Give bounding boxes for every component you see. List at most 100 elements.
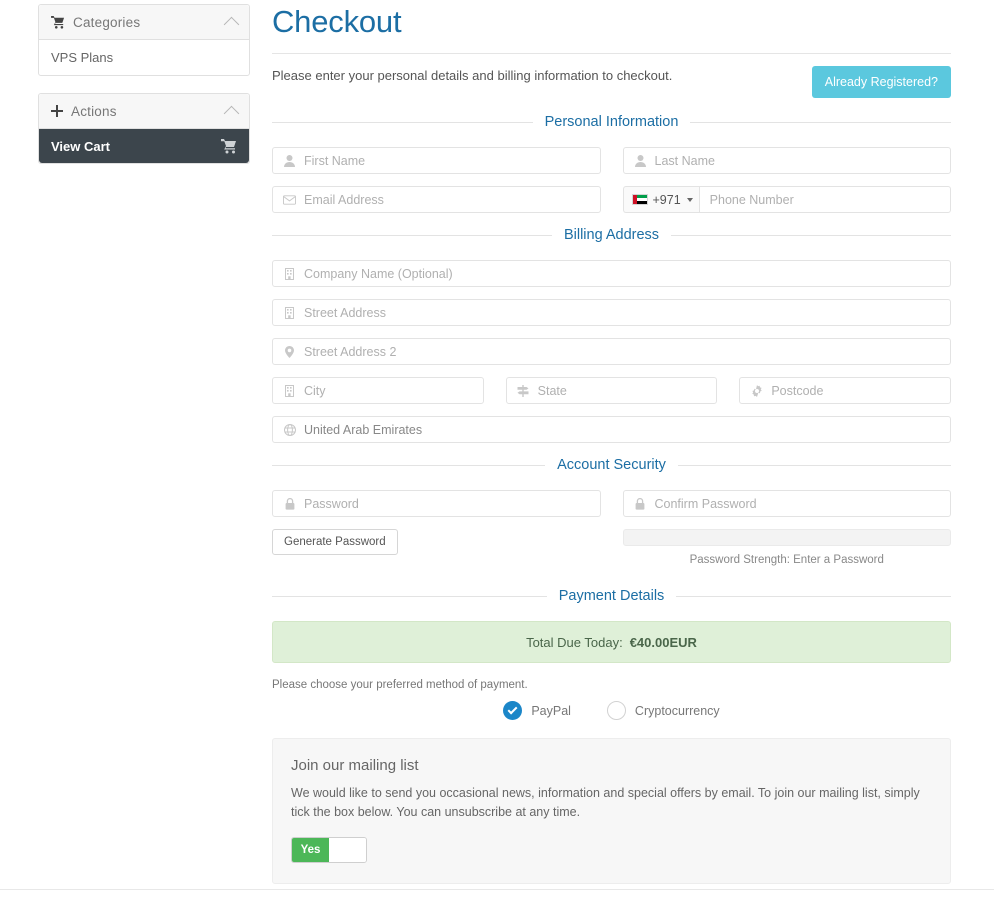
categories-panel: Categories VPS Plans <box>38 4 250 76</box>
mailing-list-box: Join our mailing list We would like to s… <box>272 738 951 884</box>
intro-text: Please enter your personal details and b… <box>272 68 673 84</box>
street2-row: Street Address 2 <box>272 338 951 366</box>
last-name-field[interactable]: Last Name <box>622 147 951 175</box>
sidebar-item-label: VPS Plans <box>51 50 114 65</box>
sidebar-item-vps-plans[interactable]: VPS Plans <box>39 40 249 75</box>
mailing-list-description: We would like to send you occasional new… <box>291 786 920 820</box>
state-col: State <box>505 377 718 405</box>
mailing-list-title: Join our mailing list <box>291 757 419 775</box>
legend-line-left <box>272 464 546 466</box>
categories-panel-title: Categories <box>73 14 141 30</box>
company-name-field[interactable]: Company Name (Optional) <box>272 260 951 288</box>
street-address-field[interactable]: Street Address <box>272 299 951 327</box>
mailing-list-toggle[interactable]: Yes <box>291 836 367 863</box>
user-icon <box>283 154 296 167</box>
legend-text: Billing Address <box>563 227 660 244</box>
categories-panel-header[interactable]: Categories <box>39 5 249 40</box>
personal-information-legend: Personal Information <box>272 114 952 131</box>
street2-col: Street Address 2 <box>272 338 951 366</box>
chevron-up-icon[interactable] <box>223 16 240 32</box>
legend-text: Account Security <box>557 457 666 474</box>
phone-dialcode: +971 <box>652 192 681 207</box>
country-value: United Arab Emirates <box>304 422 423 437</box>
city-field[interactable]: City <box>272 377 484 405</box>
street-address-2-field[interactable]: Street Address 2 <box>272 338 951 366</box>
street-address-2-placeholder: Street Address 2 <box>304 344 397 359</box>
legend-line-right <box>690 121 952 123</box>
lock-icon <box>283 497 296 510</box>
payment-method-note: Please choose your preferred method of p… <box>272 679 528 692</box>
sidebar-item-view-cart[interactable]: View Cart <box>39 129 249 163</box>
legend-line-left <box>272 121 533 123</box>
phone-number-field[interactable]: Phone Number <box>698 186 951 214</box>
name-row: First Name Last Name <box>272 147 951 175</box>
password-strength-text: Password Strength: Enter a Password <box>689 554 884 567</box>
password-row: Password Confirm Password <box>272 490 951 518</box>
ae-flag-icon <box>631 194 648 206</box>
intro-row: Please enter your personal details and b… <box>272 54 951 100</box>
postcode-placeholder: Postcode <box>771 383 824 398</box>
legend-line-right <box>676 595 952 597</box>
state-placeholder: State <box>537 383 567 398</box>
radio-selected-icon[interactable] <box>503 701 523 721</box>
footer-divider <box>0 889 994 890</box>
actions-panel: Actions View Cart <box>38 93 250 164</box>
email-field[interactable]: Email Address <box>272 186 601 214</box>
password-field[interactable]: Password <box>272 490 601 518</box>
phone-col: +971 Phone Number <box>622 186 951 214</box>
already-registered-button[interactable]: Already Registered? <box>811 66 951 99</box>
password-col: Password <box>272 490 601 518</box>
password-strength-bar <box>622 529 951 547</box>
payment-option-label: Cryptocurrency <box>634 703 720 718</box>
legend-text: Personal Information <box>544 114 679 131</box>
checkout-page: Categories VPS Plans Actions View Cart C… <box>0 0 994 897</box>
first-name-col: First Name <box>272 147 601 175</box>
company-row: Company Name (Optional) <box>272 260 951 288</box>
phone-country-selector[interactable]: +971 <box>622 186 699 214</box>
toggle-knob <box>329 837 366 862</box>
payment-option-paypal[interactable]: PayPal <box>503 701 571 721</box>
sidebar: Categories VPS Plans Actions View Cart <box>38 4 250 178</box>
confirm-password-field[interactable]: Confirm Password <box>622 490 951 518</box>
generate-password-button[interactable]: Generate Password <box>272 529 398 556</box>
legend-line-left <box>272 595 547 597</box>
password-tools-row: Generate Password Password Strength: Ent… <box>272 529 951 566</box>
chevron-down-icon <box>686 197 693 202</box>
email-col: Email Address <box>272 186 601 214</box>
payment-details-legend: Payment Details <box>272 588 952 605</box>
plus-icon <box>51 105 63 117</box>
user-icon <box>634 154 647 167</box>
actions-panel-title: Actions <box>71 103 117 119</box>
total-due-label: Total Due Today: <box>526 634 623 650</box>
confirm-password-col: Confirm Password <box>622 490 951 518</box>
actions-panel-header[interactable]: Actions <box>39 94 249 129</box>
lock-icon <box>634 497 647 510</box>
legend-line-right <box>677 464 951 466</box>
envelope-icon <box>283 194 296 205</box>
confirm-password-placeholder: Confirm Password <box>654 496 757 511</box>
last-name-col: Last Name <box>622 147 951 175</box>
legend-text: Payment Details <box>558 588 665 605</box>
company-col: Company Name (Optional) <box>272 260 951 288</box>
city-state-postcode-row: City State Postcode <box>272 377 952 405</box>
billing-address-legend: Billing Address <box>272 227 952 244</box>
payment-option-cryptocurrency[interactable]: Cryptocurrency <box>606 701 720 721</box>
country-col: United Arab Emirates <box>272 416 951 444</box>
state-field[interactable]: State <box>505 377 718 405</box>
phone-group: +971 Phone Number <box>622 186 951 214</box>
last-name-placeholder: Last Name <box>654 153 715 168</box>
building-icon <box>283 267 296 280</box>
first-name-field[interactable]: First Name <box>272 147 601 175</box>
street-address-placeholder: Street Address <box>304 305 386 320</box>
building-icon <box>283 384 296 397</box>
postcode-field[interactable]: Postcode <box>739 377 952 405</box>
total-due-banner: Total Due Today: €40.00EUR <box>272 621 951 664</box>
country-select[interactable]: United Arab Emirates <box>272 416 951 444</box>
radio-unselected-icon[interactable] <box>606 701 626 721</box>
payment-option-label: PayPal <box>531 703 571 718</box>
building-icon <box>283 306 296 319</box>
chevron-up-icon[interactable] <box>223 105 240 121</box>
generate-password-col: Generate Password <box>272 529 601 566</box>
map-marker-icon <box>283 345 296 358</box>
postcode-col: Postcode <box>739 377 952 405</box>
